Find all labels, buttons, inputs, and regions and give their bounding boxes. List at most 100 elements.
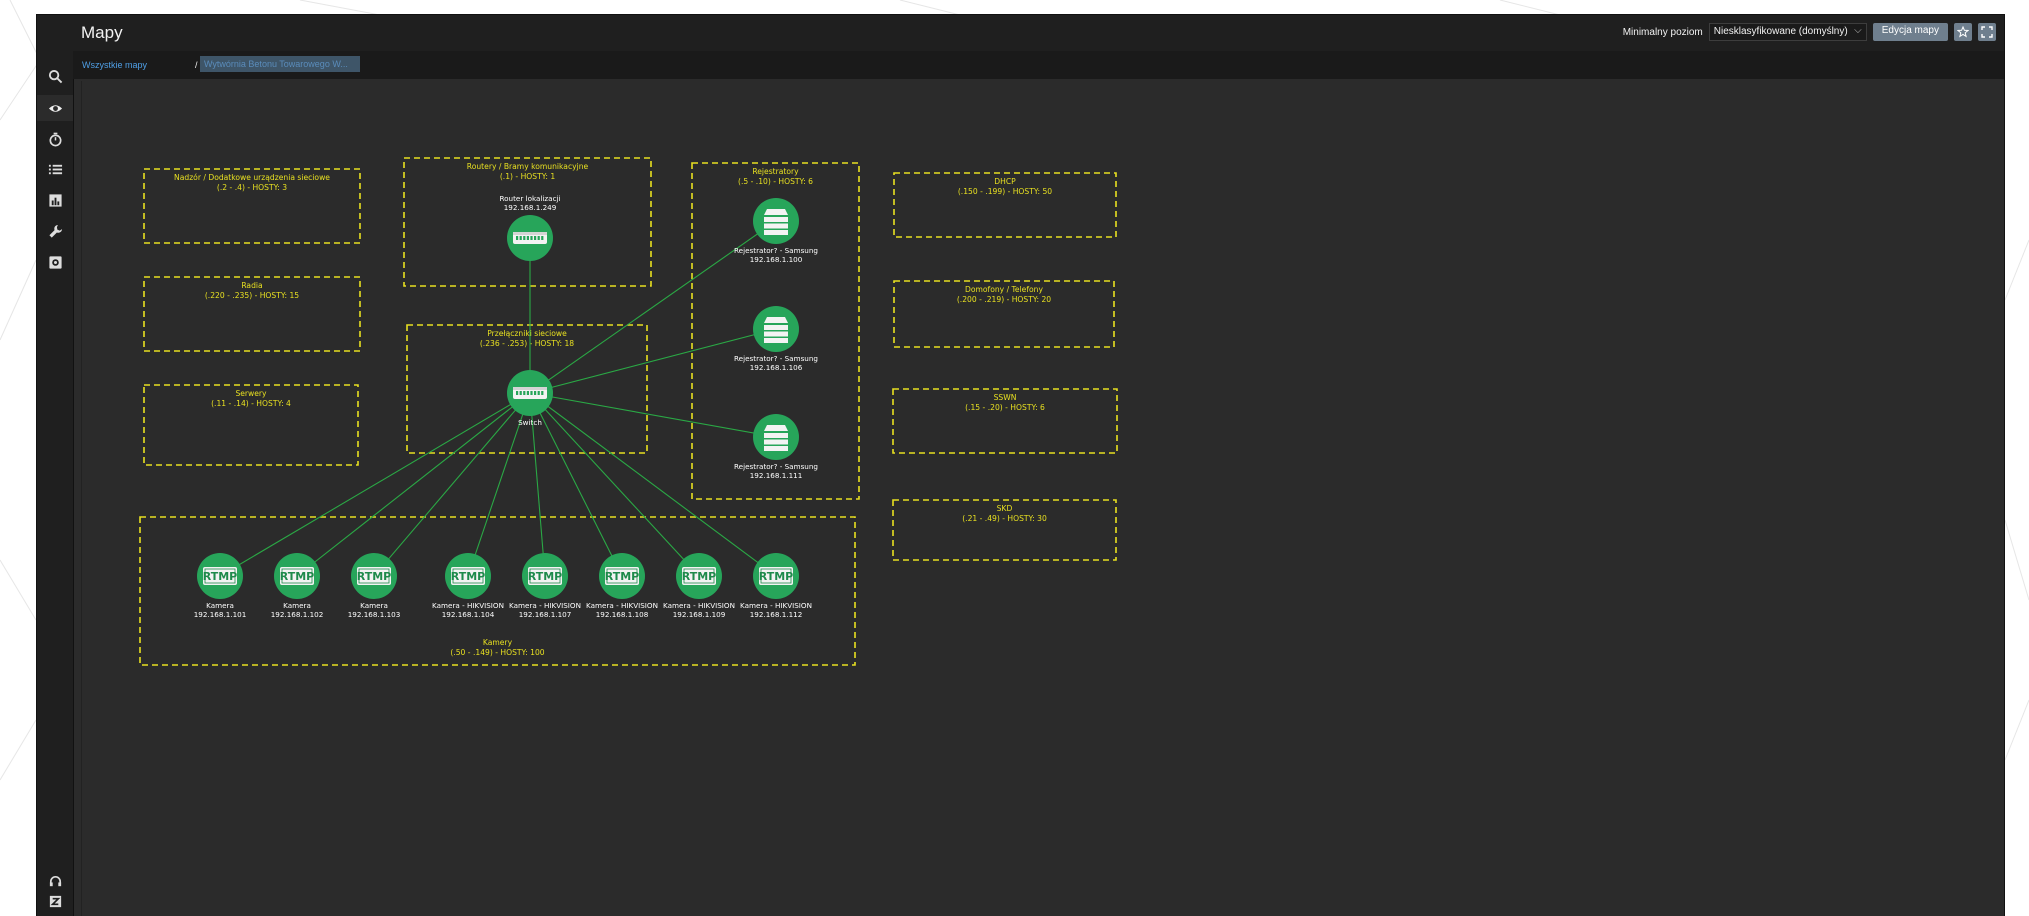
map-group-label: Routery / Bramy komunikacyjne — [467, 162, 589, 171]
map-link — [529, 392, 623, 577]
fullscreen-icon[interactable] — [1978, 23, 1996, 41]
map-node-cam103[interactable]: RTMP — [351, 553, 397, 599]
zabbix-logo-icon[interactable] — [37, 888, 73, 914]
map-node-label: 192.168.1.103 — [348, 610, 401, 619]
breadcrumb: Wszystkie mapy / Wytwórnia Betonu Towaro… — [73, 51, 2004, 79]
chart-icon[interactable] — [37, 187, 73, 213]
server-icon — [764, 425, 788, 451]
map-node-switch[interactable] — [507, 370, 553, 416]
min-level-select[interactable]: Niesklasyfikowane (domyślny) ⌵ — [1708, 23, 1867, 41]
map-group-label: Domofony / Telefony — [965, 285, 1043, 294]
server-icon — [764, 209, 788, 235]
rtmp-icon-text: RTMP — [759, 570, 794, 583]
map-node-label: Kamera - HIKVISION — [586, 601, 658, 610]
map-node-label: 192.168.1.112 — [750, 610, 803, 619]
map-node-label: 192.168.1.104 — [442, 610, 495, 619]
stopwatch-icon[interactable] — [37, 126, 73, 152]
map-node-label: 192.168.1.100 — [750, 255, 803, 264]
map-node-rej1[interactable] — [753, 198, 799, 244]
map-group-label: Kamery — [483, 638, 513, 647]
map-node-cam108[interactable]: RTMP — [599, 553, 645, 599]
map-link — [373, 392, 531, 577]
map-link — [219, 392, 531, 577]
rtmp-icon-text: RTMP — [605, 570, 640, 583]
breadcrumb-current-map[interactable]: Wytwórnia Betonu Towarowego W... — [200, 56, 360, 72]
map-link — [296, 392, 531, 577]
list-icon[interactable] — [37, 156, 73, 182]
map-node-cam101[interactable]: RTMP — [197, 553, 243, 599]
map-group-label: Serwery — [235, 389, 267, 398]
map-group-label: (.15 - .20) - HOSTY: 6 — [965, 403, 1045, 412]
map-node-cam107[interactable]: RTMP — [522, 553, 568, 599]
search-icon[interactable] — [37, 63, 73, 89]
map-node-cam112[interactable]: RTMP — [753, 553, 799, 599]
min-level-value: Niesklasyfikowane (domyślny) — [1713, 26, 1848, 37]
map-node-label: 192.168.1.108 — [596, 610, 649, 619]
map-node-label: Kamera - HIKVISION — [663, 601, 735, 610]
map-node-cam102[interactable]: RTMP — [274, 553, 320, 599]
map-group-label: (.11 - .14) - HOSTY: 4 — [211, 399, 291, 408]
map-node-label: Rejestrator? - Samsung — [734, 462, 818, 471]
map-node-label: Kamera — [360, 601, 388, 610]
map-node-rej2[interactable] — [753, 306, 799, 352]
chevron-down-icon: ⌵ — [1854, 25, 1862, 36]
header-controls: Minimalny poziom Niesklasyfikowane (domy… — [1623, 22, 1996, 42]
network-map: Nadzór / Dodatkowe urządzenia sieciowe (.… — [81, 81, 1999, 916]
edit-map-button[interactable]: Edycja mapy — [1872, 23, 1948, 41]
map-node-label: Rejestrator? - Samsung — [734, 354, 818, 363]
map-node-cam109[interactable]: RTMP — [676, 553, 722, 599]
map-link — [529, 392, 777, 577]
map-group-label: (.220 - .235) - HOSTY: 15 — [205, 291, 299, 300]
favorite-star-icon[interactable] — [1954, 23, 1972, 41]
rtmp-icon: RTMP — [528, 567, 563, 585]
map-group-label: (.21 - .49) - HOSTY: 30 — [962, 514, 1047, 523]
breadcrumb-separator: / — [195, 60, 198, 70]
map-link — [529, 392, 700, 577]
sidebar — [37, 15, 74, 916]
map-node-label: 192.168.1.109 — [673, 610, 726, 619]
rtmp-icon-text: RTMP — [203, 570, 238, 583]
map-node-label: 192.168.1.102 — [271, 610, 324, 619]
map-group-label: (.200 - .219) - HOSTY: 20 — [957, 295, 1051, 304]
map-group-label: Rejestratory — [752, 167, 799, 176]
rtmp-icon: RTMP — [451, 567, 486, 585]
page-title: Mapy — [81, 23, 123, 42]
map-group-label: Nadzór / Dodatkowe urządzenia sieciowe — [174, 173, 330, 182]
rtmp-icon: RTMP — [357, 567, 392, 585]
map-group-label: Przełączniki sieciowe — [487, 329, 567, 338]
map-node-label: Switch — [518, 418, 542, 427]
map-node-label: 192.168.1.106 — [750, 363, 803, 372]
gear-icon[interactable] — [37, 249, 73, 275]
breadcrumb-all-maps[interactable]: Wszystkie mapy — [82, 60, 147, 70]
min-level-label: Minimalny poziom — [1622, 26, 1703, 38]
map-group-label: (.50 - .149) - HOSTY: 100 — [450, 648, 544, 657]
map-node-label: Rejestrator? - Samsung — [734, 246, 818, 255]
map-node-label: 192.168.1.101 — [194, 610, 247, 619]
map-node-label: 192.168.1.111 — [750, 471, 803, 480]
page-header: Mapy Minimalny poziom Niesklasyfikowane … — [73, 15, 2004, 51]
wrench-icon[interactable] — [37, 218, 73, 244]
map-group-label: Radia — [241, 281, 262, 290]
map-node-label: 192.168.1.107 — [519, 610, 572, 619]
map-node-label: Kamera - HIKVISION — [509, 601, 581, 610]
eye-icon[interactable] — [37, 95, 73, 121]
map-group-label: DHCP — [994, 177, 1016, 186]
map-node-rej3[interactable] — [753, 414, 799, 460]
map-node-cam104[interactable]: RTMP — [445, 553, 491, 599]
map-group-label: (.1) - HOSTY: 1 — [500, 172, 555, 181]
switch-icon — [513, 232, 547, 244]
app-window: Mapy Minimalny poziom Niesklasyfikowane … — [37, 15, 2004, 916]
rtmp-icon: RTMP — [759, 567, 794, 585]
map-node-label: Kamera - HIKVISION — [432, 601, 504, 610]
map-group-label: SSWN — [994, 393, 1017, 402]
switch-icon — [513, 387, 547, 399]
rtmp-icon: RTMP — [203, 567, 238, 585]
rtmp-icon: RTMP — [280, 567, 314, 585]
rtmp-icon: RTMP — [605, 567, 640, 585]
map-group-label: (.5 - .10) - HOSTY: 6 — [738, 177, 813, 186]
rtmp-icon-text: RTMP — [451, 570, 486, 583]
rtmp-icon-text: RTMP — [357, 570, 392, 583]
map-group-label: (.2 - .4) - HOSTY: 3 — [217, 183, 287, 192]
rtmp-icon-text: RTMP — [528, 570, 563, 583]
map-node-router[interactable] — [507, 215, 553, 261]
